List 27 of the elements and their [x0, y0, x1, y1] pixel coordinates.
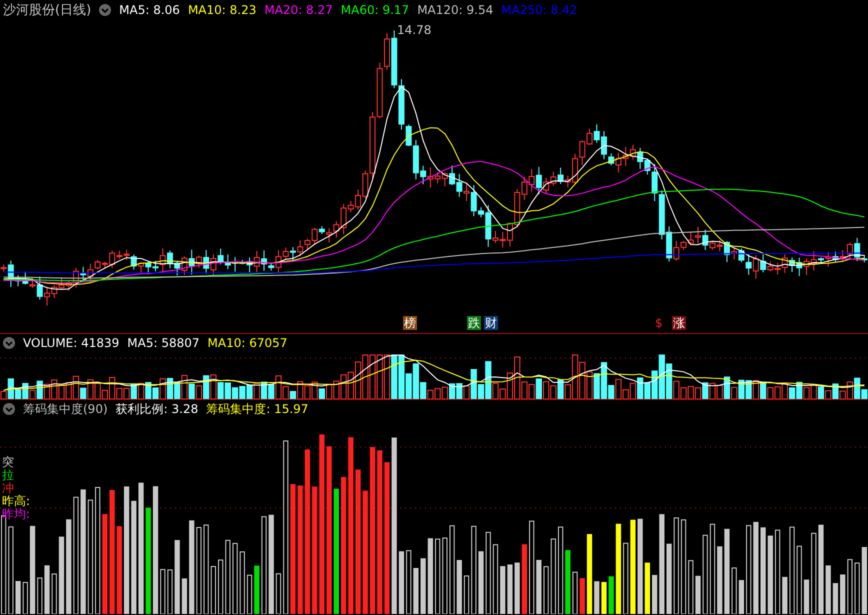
chevron-down-icon[interactable] [99, 4, 112, 16]
event-tag: 财 [484, 316, 498, 330]
ma-legend: MA5: 8.06 [119, 3, 180, 17]
event-tag: 跌 [467, 316, 481, 330]
volume-legend: VOLUME: 41839 [23, 336, 120, 350]
chevron-down-icon[interactable] [3, 337, 15, 349]
ma-legend: MA20: 8.27 [264, 3, 333, 17]
signal-label: 昨高: [2, 495, 30, 508]
signal-label: 突 [2, 456, 15, 469]
indicator-legend: 筹码集中度: 15.97 [206, 400, 308, 418]
event-tag: $ [654, 316, 664, 330]
volume-legend: MA10: 67057 [208, 336, 288, 350]
peak-price-label: 14.78 [397, 24, 432, 37]
indicator-legend: 筹码集中度(90) [23, 400, 108, 418]
event-tag: 榜 [403, 316, 417, 330]
event-tag: 涨 [672, 316, 686, 330]
chevron-down-icon[interactable] [3, 403, 15, 415]
chart-title: 沙河股份(日线) [3, 2, 92, 19]
ma-legend: MA250: 8.42 [501, 3, 578, 17]
signal-label: 冲 [2, 482, 14, 495]
ma-legend: MA60: 9.17 [340, 3, 410, 17]
ma-legend: MA120: 9.54 [417, 3, 494, 17]
indicator-legend: 获利比例: 3.28 [116, 400, 198, 418]
ma-legend: MA10: 8.23 [188, 3, 256, 17]
signal-label: 拉 [2, 469, 15, 482]
signal-label: 昨均: [2, 508, 30, 521]
volume-legend: MA5: 58807 [127, 336, 200, 350]
